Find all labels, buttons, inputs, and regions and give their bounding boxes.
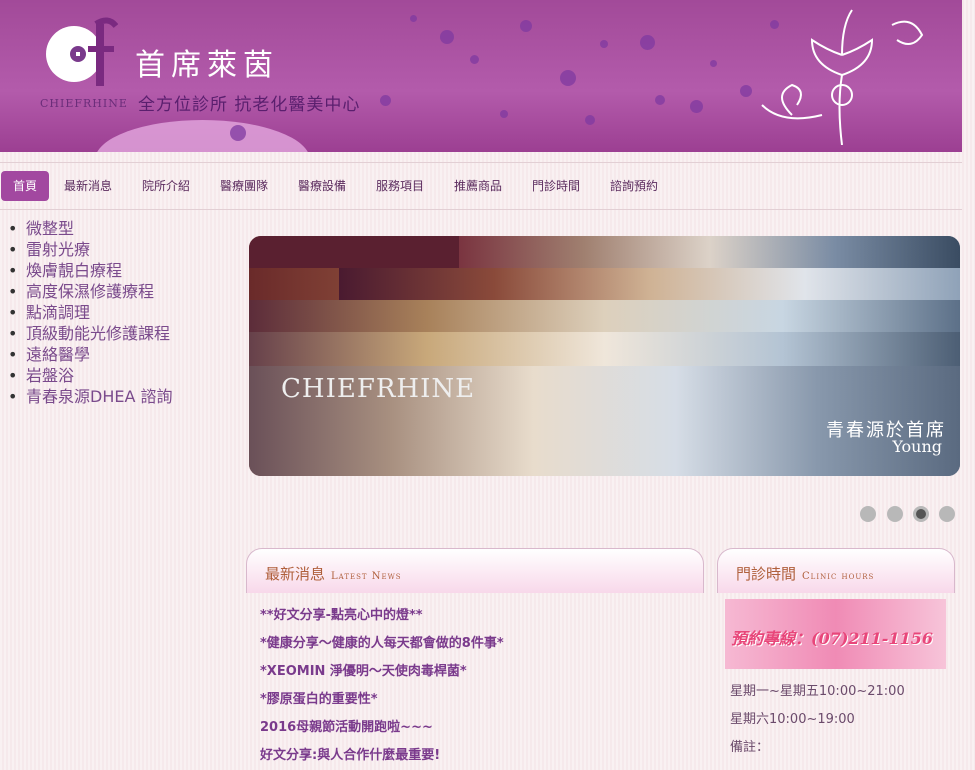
hours-note: 備註： (730, 740, 770, 755)
news-title-english: Latest News (331, 571, 402, 582)
nav-item-news[interactable]: 最新消息 (52, 171, 124, 201)
nav-item-team[interactable]: 醫療團隊 (208, 171, 280, 201)
header-banner: 首席萊茵 CHIEFRHINE 全方位診所 抗老化醫美中心 (0, 0, 962, 152)
service-link-laser[interactable]: 雷射光療 (8, 239, 173, 260)
brand-name: 首席萊茵 (135, 48, 279, 83)
hours-title-english: Clinic hours (802, 571, 875, 582)
slider-dot-2[interactable] (887, 506, 903, 522)
slider-dot-4[interactable] (939, 506, 955, 522)
service-link-moisture[interactable]: 高度保濕修護療程 (8, 281, 173, 302)
hero-slider[interactable]: CHIEFRHINE 青春源於首席 Young (249, 236, 960, 476)
banner-glow (95, 120, 310, 152)
news-item-link[interactable]: *健康分享～健康的人每天都會做的8件事* (260, 630, 504, 658)
news-panel-header: 最新消息 Latest News (246, 548, 704, 593)
service-link-dhea[interactable]: 青春泉源DHEA 諮詢 (8, 386, 173, 407)
news-panel-title: 最新消息 Latest News (265, 563, 402, 584)
hours-panel-header: 門診時間 Clinic hours (717, 548, 955, 593)
service-link-whitening[interactable]: 煥膚靚白療程 (8, 260, 173, 281)
news-list: **好文分享-點亮心中的燈** *健康分享～健康的人每天都會做的8件事* *XE… (260, 602, 504, 770)
nav-item-products[interactable]: 推薦商品 (442, 171, 514, 201)
flower-ornament-icon (761, 9, 924, 145)
slider-dot-1[interactable] (860, 506, 876, 522)
slider-logo-text: CHIEFRHINE (281, 374, 476, 404)
service-list: 微整型 雷射光療 煥膚靚白療程 高度保濕修護療程 點滴調理 頂級動能光修護課程 … (8, 218, 173, 407)
appointment-phone: 預約專線：(07)211-1156 (731, 629, 933, 648)
nav-item-about[interactable]: 院所介紹 (130, 171, 202, 201)
service-link-microplastic[interactable]: 微整型 (8, 218, 173, 239)
news-item-link[interactable]: 2016母親節活動開跑啦~~~ (260, 714, 504, 742)
brand-english-name: CHIEFRHINE (40, 97, 128, 110)
slider-dot-3[interactable] (913, 506, 929, 522)
hours-title-text: 門診時間 (736, 565, 797, 583)
appointment-banner[interactable]: 預約專線：(07)211-1156 (725, 599, 946, 669)
nav-item-home[interactable]: 首頁 (1, 171, 50, 201)
nav-item-consult[interactable]: 諮詢預約 (598, 171, 670, 201)
hours-panel-title: 門診時間 Clinic hours (736, 563, 874, 584)
hours-saturday: 星期六10:00~19:00 (730, 712, 855, 727)
news-title-text: 最新消息 (265, 565, 326, 583)
slider-caption-english: Young (892, 437, 942, 456)
nav-item-hours[interactable]: 門診時間 (520, 171, 592, 201)
news-item-link[interactable]: 好文分享:與人合作什麼最重要! (260, 742, 504, 770)
service-link-light-repair[interactable]: 頂級動能光修護課程 (8, 323, 173, 344)
logo-icon (46, 17, 118, 86)
hours-weekday: 星期一~星期五10:00~21:00 (730, 684, 905, 699)
news-item-link[interactable]: *膠原蛋白的重要性* (260, 686, 504, 714)
news-item-link[interactable]: **好文分享-點亮心中的燈** (260, 602, 504, 630)
service-link-drip[interactable]: 點滴調理 (8, 302, 173, 323)
clinic-hours-list: 星期一~星期五10:00~21:00 星期六10:00~19:00 備註： (730, 678, 905, 762)
service-link-bedrock-bath[interactable]: 岩盤浴 (8, 365, 173, 386)
main-nav: 首頁 最新消息 院所介紹 醫療團隊 醫療設備 服務項目 推薦商品 門診時間 諮詢… (0, 162, 962, 210)
service-link-remote-medicine[interactable]: 遠絡醫學 (8, 344, 173, 365)
news-item-link[interactable]: *XEOMIN 淨優明～天使肉毒桿菌* (260, 658, 504, 686)
nav-item-equipment[interactable]: 醫療設備 (286, 171, 358, 201)
brand-tagline: 全方位診所 抗老化醫美中心 (138, 95, 361, 115)
nav-item-services[interactable]: 服務項目 (364, 171, 436, 201)
